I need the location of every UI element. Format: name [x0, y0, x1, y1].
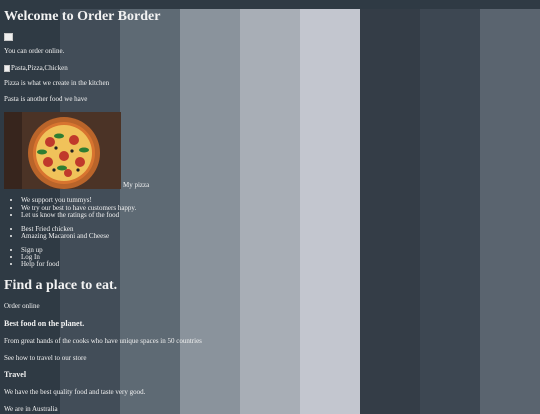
- food-list: Best Fried chicken Amazing Macaroni and …: [4, 225, 536, 241]
- section-heading: Find a place to eat.: [4, 277, 118, 293]
- cooks-text: From great hands of the cooks who have u…: [4, 336, 202, 345]
- help-link[interactable]: Help for food: [21, 260, 536, 268]
- food-image-alt: Pasta,Pizza,Chicken: [4, 64, 68, 73]
- food-image-alt-text: Pasta,Pizza,Chicken: [11, 63, 68, 72]
- support-list: We support you tummys! We try our best t…: [4, 196, 536, 219]
- account-links-list: Sign up Log In Help for food: [4, 246, 536, 269]
- travel-text: See how to travel to our store: [4, 353, 87, 362]
- page-content: Welcome to Order Border You can order on…: [0, 9, 540, 414]
- log-in-link[interactable]: Log In: [21, 253, 536, 261]
- pizza-text: Pizza is what we create in the kitchen: [4, 78, 110, 87]
- list-item: Amazing Macaroni and Cheese: [21, 232, 536, 240]
- broken-image-icon: [4, 64, 10, 72]
- broken-image-icon: [4, 33, 13, 42]
- location-text: We are in Australia: [4, 405, 58, 414]
- pizza-caption: My pizza: [123, 181, 150, 190]
- pasta-text: Pasta is another food we have: [4, 95, 88, 104]
- quality-text: We have the best quality food and taste …: [4, 388, 146, 397]
- best-food-heading: Best food on the planet.: [4, 318, 85, 328]
- pizza-figure: My pizza: [4, 112, 536, 190]
- list-item: Let us know the ratings of the food: [21, 211, 536, 219]
- order-online-text: You can order online.: [4, 47, 65, 56]
- pizza-photo: [4, 112, 121, 190]
- sign-up-link[interactable]: Sign up: [21, 246, 536, 254]
- travel-heading: Travel: [4, 370, 27, 380]
- order-online-label: Order online: [4, 302, 40, 311]
- page-title: Welcome to Order Border: [4, 9, 161, 24]
